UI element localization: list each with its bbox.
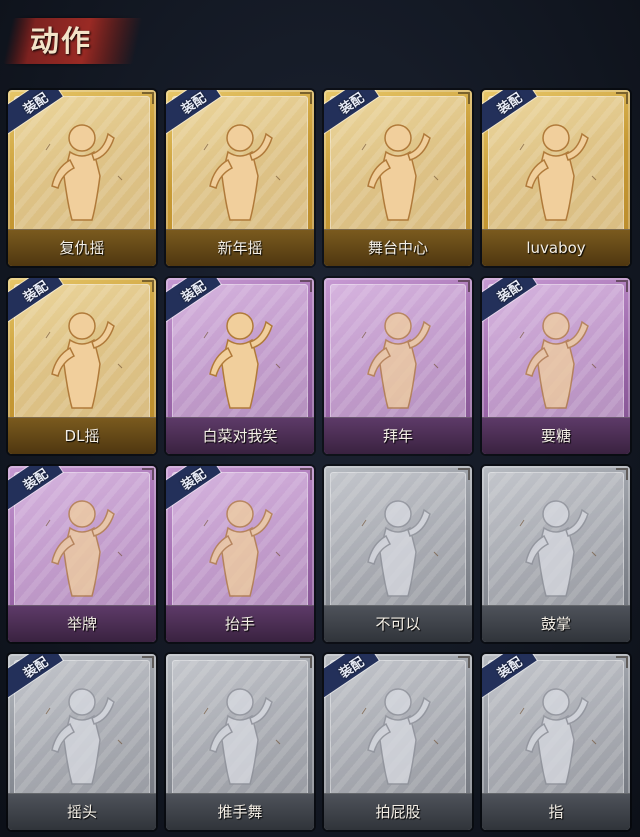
emote-card[interactable]: luvaboy 装配	[482, 90, 630, 266]
emote-label: 鼓掌	[540, 615, 571, 633]
emote-label: luvaboy	[526, 239, 586, 257]
emote-card[interactable]: 摇头 装配	[8, 654, 156, 830]
figure-bow-icon	[350, 304, 446, 412]
dance-figure-arm-up-icon	[34, 304, 130, 412]
dance-figure-raised-arm-icon	[34, 116, 130, 224]
emote-label: 抬手	[224, 615, 255, 633]
frame-corner-ornament	[616, 92, 628, 104]
frame-corner-ornament	[142, 468, 154, 480]
frame-corner-ornament	[300, 280, 312, 292]
figure-arms-crossed-icon	[192, 304, 288, 412]
header: 动作	[0, 0, 640, 78]
emote-label: 推手舞	[217, 803, 263, 821]
emote-label: 拍屁股	[375, 803, 421, 821]
frame-corner-ornament	[616, 468, 628, 480]
emote-card[interactable]: 不可以	[324, 466, 472, 642]
emote-card[interactable]: 拜年	[324, 278, 472, 454]
frame-corner-ornament	[300, 656, 312, 668]
frame-corner-ornament	[300, 468, 312, 480]
emote-label: 白菜对我笑	[202, 427, 278, 445]
dance-figure-pose-icon	[350, 116, 446, 224]
emote-label: 不可以	[375, 615, 421, 633]
emote-card[interactable]: 白菜对我笑 装配	[166, 278, 314, 454]
emote-card[interactable]: 举牌 装配	[8, 466, 156, 642]
page-title: 动作	[30, 24, 93, 58]
figure-reach-icon	[508, 304, 604, 412]
frame-corner-ornament	[142, 656, 154, 668]
frame-corner-ornament	[458, 656, 470, 668]
emote-card[interactable]: 拍屁股 装配	[324, 654, 472, 830]
emote-label: 舞台中心	[367, 239, 428, 257]
frame-corner-ornament	[458, 92, 470, 104]
emote-card[interactable]: 要糖 装配	[482, 278, 630, 454]
emote-card[interactable]: 新年摇 装配	[166, 90, 314, 266]
pointing-hand-icon	[508, 680, 604, 788]
emote-card[interactable]: 推手舞	[166, 654, 314, 830]
dance-figure-cross-arm-icon	[508, 116, 604, 224]
emote-label: 摇头	[66, 803, 97, 821]
frame-corner-ornament	[300, 92, 312, 104]
clapping-hands-icon	[508, 492, 604, 600]
emote-card[interactable]: DL摇 装配	[8, 278, 156, 454]
emote-label: 指	[548, 803, 564, 821]
finger-wag-icon	[350, 492, 446, 600]
emote-label: 举牌	[66, 615, 97, 633]
emote-label: 要糖	[540, 427, 571, 445]
emote-card[interactable]: 舞台中心 装配	[324, 90, 472, 266]
frame-corner-ornament	[616, 280, 628, 292]
frame-corner-ornament	[142, 92, 154, 104]
figure-raise-hand-icon	[192, 492, 288, 600]
emote-label: 新年摇	[217, 239, 263, 257]
emote-card[interactable]: 抬手 装配	[166, 466, 314, 642]
emote-card[interactable]: 鼓掌	[482, 466, 630, 642]
emote-card[interactable]: 复仇摇 装配	[8, 90, 156, 266]
frame-corner-ornament	[142, 280, 154, 292]
frame-corner-ornament	[616, 656, 628, 668]
frame-corner-ornament	[458, 280, 470, 292]
emote-label: 拜年	[382, 427, 413, 445]
emote-card[interactable]: 指装配	[482, 654, 630, 830]
figure-pat-icon	[350, 680, 446, 788]
emote-label: 复仇摇	[59, 239, 105, 257]
emote-label: DL摇	[64, 427, 100, 445]
frame-corner-ornament	[458, 468, 470, 480]
figure-shake-head-icon	[34, 680, 130, 788]
figure-push-dance-icon	[192, 680, 288, 788]
dance-figure-clasped-hands-icon	[192, 116, 288, 224]
figure-holding-sign-icon	[34, 492, 130, 600]
